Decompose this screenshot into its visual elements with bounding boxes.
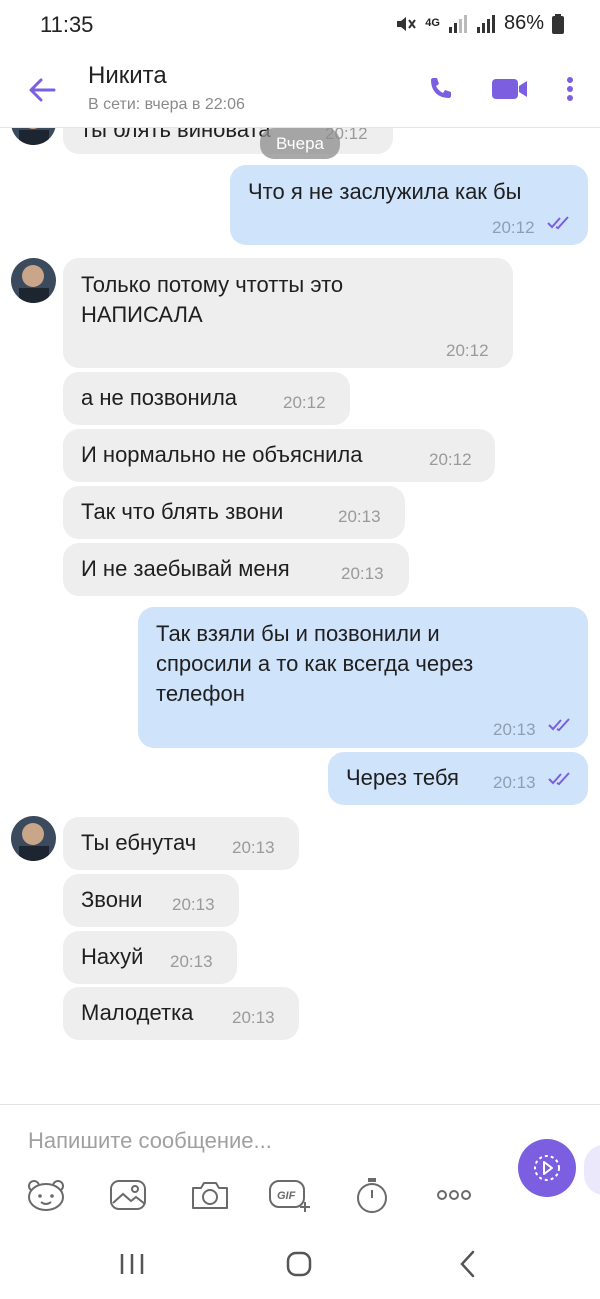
message-bubble-incoming[interactable]: И не заебывай меня 20:13 [63,543,409,596]
sticker-icon [28,1180,64,1211]
battery-icon [552,13,564,34]
signal-icon [448,14,468,33]
message-composer: GIF [0,1104,600,1228]
status-time: 11:35 [40,12,94,37]
message-text: Ты ебнутач [81,830,197,855]
nav-back-button[interactable] [446,1246,490,1282]
home-button[interactable] [277,1246,321,1282]
gallery-button[interactable] [106,1175,150,1215]
more-menu-button[interactable] [550,72,590,106]
read-ticks-icon [548,772,570,786]
message-text: И не заебывай меня [81,556,290,581]
message-time: 20:12 [446,341,489,360]
status-bar: 11:35 4G 86% [0,0,600,50]
kebab-icon [567,77,573,101]
message-text-line: Так взяли бы и позвонили и [156,621,440,646]
play-circle-icon [534,1155,560,1181]
timer-icon [357,1178,387,1213]
message-bubble-incoming[interactable]: Звони 20:13 [63,874,239,927]
message-text: Что я не заслужила как бы [248,179,522,204]
system-nav-bar [0,1228,600,1299]
read-ticks-icon [547,216,569,230]
message-text: Через тебя [346,765,459,790]
gif-icon: GIF [269,1180,310,1212]
gif-label: GIF [277,1190,296,1202]
message-text: Звони [81,887,143,912]
message-time: 20:13 [172,895,215,914]
contact-status: В сети: вчера в 22:06 [88,96,245,113]
signal-roaming-icon [476,14,496,33]
message-time: 20:13 [232,838,275,857]
avatar[interactable] [11,816,56,861]
sticker-button[interactable] [24,1175,68,1215]
network-type: 4G [425,17,440,29]
send-button-shadow [584,1145,600,1195]
message-bubble-outgoing[interactable]: Так взяли бы и позвонили и спросили а то… [138,607,588,748]
video-call-button[interactable] [490,72,530,106]
message-bubble-outgoing[interactable]: Что я не заслужила как бы 20:12 [230,165,588,245]
camera-button[interactable] [188,1175,232,1215]
read-ticks-icon [548,718,570,732]
message-time: 20:12 [283,393,326,412]
back-icon [460,1250,475,1278]
message-text: И нормально не объяснила [81,442,363,467]
video-icon [492,79,527,99]
more-options-button[interactable] [432,1175,476,1215]
message-text: а не позвонила [81,385,238,410]
message-input[interactable] [28,1123,498,1159]
avatar[interactable] [11,128,56,145]
contact-name[interactable]: Никита [88,62,167,90]
send-button[interactable] [518,1139,576,1197]
message-bubble-incoming[interactable]: Ты ебнутач 20:13 [63,817,299,870]
message-text: Нахуй [81,944,144,969]
message-text: ты блять виновата [81,128,271,142]
camera-icon [192,1182,228,1209]
chat-header: Никита В сети: вчера в 22:06 [0,50,600,128]
more-icon [437,1190,471,1200]
mute-icon [395,14,417,34]
message-bubble-incoming[interactable]: ты блять виновата 20:12 [63,128,393,154]
message-time: 20:13 [170,952,213,971]
recents-button[interactable] [110,1246,154,1282]
message-time: 20:13 [341,564,384,583]
message-time: 20:12 [492,218,535,237]
status-icons: 4G 86% [395,12,564,35]
message-text: Так что блять звони [81,499,284,524]
recents-icon [120,1254,144,1274]
message-text: Малодетка [81,1000,194,1025]
message-text-line: спросили а то как всегда через [156,651,474,676]
message-time: 20:12 [429,450,472,469]
gallery-icon [110,1180,146,1210]
date-divider: Вчера [260,128,340,159]
battery-level: 86% [503,12,544,34]
message-bubble-incoming[interactable]: Так что блять звони 20:13 [63,486,405,539]
message-time: 20:13 [338,507,381,526]
timer-button[interactable] [350,1175,394,1215]
message-bubble-incoming[interactable]: Малодетка 20:13 [63,987,299,1040]
message-text-line: НАПИСАЛА [81,302,203,327]
avatar[interactable] [11,258,56,303]
home-icon [286,1251,312,1277]
message-bubble-incoming[interactable]: а не позвонила 20:12 [63,372,350,425]
phone-icon [431,78,451,98]
message-bubble-incoming[interactable]: И нормально не объяснила 20:12 [63,429,495,482]
call-button[interactable] [420,72,460,106]
message-time: 20:13 [493,773,536,792]
message-time: 20:13 [232,1008,275,1027]
message-text-line: телефон [156,681,245,706]
gif-button[interactable]: GIF [268,1175,312,1215]
arrow-left-icon [29,78,56,102]
chat-area[interactable]: ты блять виновата 20:12 Вчера Что я не з… [0,128,600,1104]
message-time: 20:13 [493,720,536,739]
message-text-line: Только потому чтотты это [81,272,344,297]
back-button[interactable] [22,70,62,110]
message-bubble-outgoing[interactable]: Через тебя 20:13 [328,752,588,805]
message-bubble-incoming[interactable]: Нахуй 20:13 [63,931,237,984]
message-bubble-incoming[interactable]: Только потому чтотты это НАПИСАЛА 20:12 [63,258,513,368]
